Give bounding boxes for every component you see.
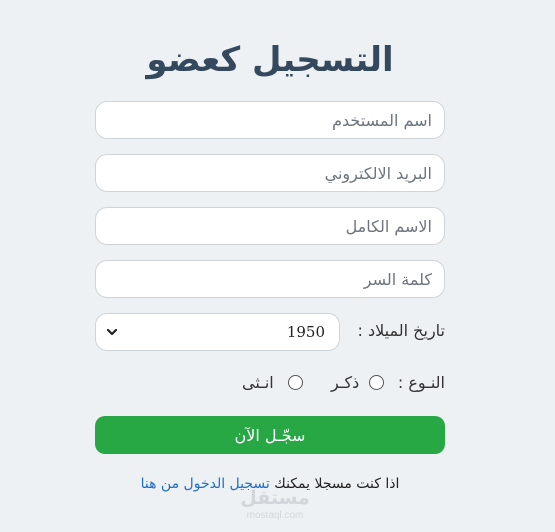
- login-prompt-text: اذا كنت مسجلا يمكنك: [274, 476, 400, 492]
- username-field[interactable]: [95, 101, 445, 139]
- radio-male-label[interactable]: ذكـر: [331, 373, 359, 392]
- radio-female[interactable]: [288, 375, 303, 390]
- radio-male[interactable]: [369, 375, 384, 390]
- radio-female-label[interactable]: انـثى: [242, 373, 274, 392]
- birthdate-select[interactable]: 1950: [95, 313, 340, 351]
- gender-row: النـوع : ذكـر انـثى: [95, 370, 445, 398]
- password-field[interactable]: [95, 260, 445, 298]
- birthdate-row: تاريخ الميلاد : 1950: [95, 312, 445, 352]
- gender-label: النـوع :: [397, 373, 445, 392]
- watermark-url: mostaql.com: [246, 510, 304, 521]
- fullname-field[interactable]: [95, 207, 445, 245]
- login-link[interactable]: تسجيل الدخول من هنا: [141, 476, 270, 492]
- page-title: التسجيل كعضو: [146, 40, 394, 80]
- email-field[interactable]: [95, 154, 445, 192]
- birthdate-label: تاريخ الميلاد :: [357, 321, 445, 340]
- birthdate-selected-value: 1950: [286, 323, 325, 341]
- register-button[interactable]: سجّـل الآن: [95, 416, 445, 454]
- login-prompt: اذا كنت مسجلا يمكنك تسجيل الدخول من هنا: [95, 476, 445, 492]
- chevron-down-icon: [106, 328, 118, 336]
